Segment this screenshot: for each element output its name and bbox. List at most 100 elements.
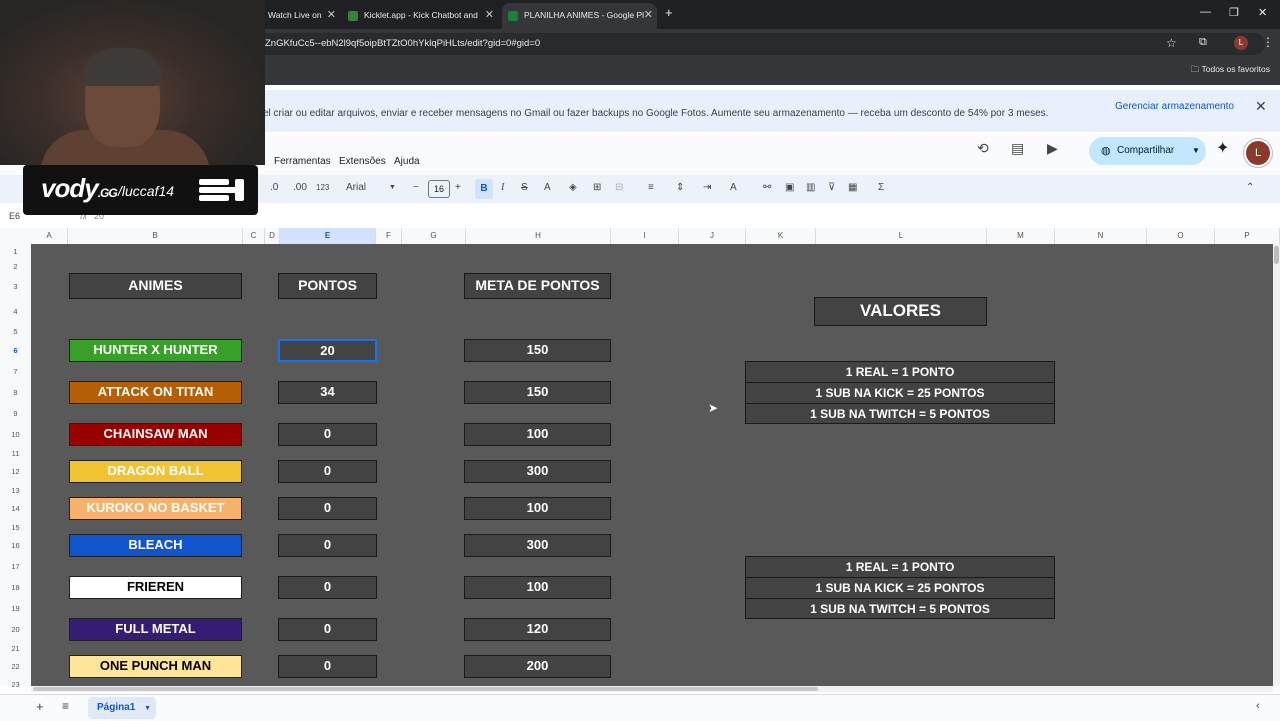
filter-views-icon[interactable]: ▦ [848,182,857,193]
close-icon[interactable]: ✕ [485,3,494,27]
sheet-tab-pagina1[interactable]: Página1 ▼ [88,697,156,719]
anime-name-cell[interactable]: FRIEREN [69,576,242,599]
pontos-cell[interactable]: 0 [278,497,377,520]
extensions-icon[interactable]: ⧉ [1199,36,1207,49]
meta-header[interactable]: META DE PONTOS [464,273,611,299]
menu-extensoes[interactable]: Extensões [339,156,386,167]
meta-cell[interactable]: 100 [464,497,611,520]
decrease-font-icon[interactable]: − [413,182,419,193]
vertical-scrollbar[interactable] [1273,244,1280,686]
row-number[interactable]: 6 [0,346,31,355]
column-header-e[interactable]: E [280,228,376,244]
row-number[interactable]: 13 [0,486,31,495]
active-cell-pontos[interactable]: 20 [278,339,377,362]
valores-header[interactable]: VALORES [814,297,987,326]
text-color-icon[interactable]: A [544,182,551,193]
column-header-p[interactable]: P [1215,228,1280,244]
row-number[interactable]: 17 [0,562,31,571]
anime-name-cell[interactable]: KUROKO NO BASKET [69,497,242,520]
row-number[interactable]: 10 [0,430,31,439]
minimize-icon[interactable]: — [1200,6,1211,18]
more-menu-icon[interactable]: ⋮ [1262,35,1274,49]
pontos-cell[interactable]: 0 [278,534,377,557]
bookmark-star-icon[interactable]: ☆ [1166,36,1177,50]
row-number[interactable]: 16 [0,541,31,550]
share-button[interactable]: ◍ Compartilhar ▼ [1089,137,1206,165]
increase-decimal-icon[interactable]: .00 [293,182,307,193]
pontos-cell[interactable]: 0 [278,423,377,446]
column-header-m[interactable]: M [987,228,1055,244]
row-number[interactable]: 11 [0,449,31,458]
pontos-header[interactable]: PONTOS [278,273,377,299]
strikethrough-icon[interactable]: S [521,182,528,193]
chevron-down-icon[interactable]: ▼ [389,184,396,191]
pontos-cell[interactable]: 0 [278,618,377,641]
row-number[interactable]: 15 [0,523,31,532]
anime-name-cell[interactable]: CHAINSAW MAN [69,423,242,446]
column-header-f[interactable]: F [376,228,402,244]
pontos-cell[interactable]: 0 [278,576,377,599]
meta-cell[interactable]: 300 [464,534,611,557]
row-number[interactable]: 8 [0,388,31,397]
row-number[interactable]: 19 [0,604,31,613]
meta-cell[interactable]: 200 [464,655,611,678]
text-rotation-icon[interactable]: A [730,182,737,193]
scroll-thumb[interactable] [33,687,818,691]
pontos-cell[interactable]: 0 [278,460,377,483]
anime-name-cell[interactable]: ATTACK ON TITAN [69,381,242,404]
row-number[interactable]: 18 [0,583,31,592]
row-number[interactable]: 21 [0,644,31,653]
anime-name-cell[interactable]: DRAGON BALL [69,460,242,483]
animes-header[interactable]: ANIMES [69,273,242,299]
align-horizontal-icon[interactable]: ≡ [648,182,654,193]
valores-table[interactable]: 1 REAL = 1 PONTO 1 SUB NA KICK = 25 PONT… [745,361,1055,424]
restore-icon[interactable]: ❐ [1229,6,1239,19]
meta-cell[interactable]: 100 [464,576,611,599]
row-number[interactable]: 2 [0,262,31,271]
valores-table-2[interactable]: 1 REAL = 1 PONTO 1 SUB NA KICK = 25 PONT… [745,556,1055,619]
comments-icon[interactable]: ▤ [1011,140,1024,157]
column-header-h[interactable]: H [466,228,611,244]
row-number[interactable]: 9 [0,409,31,418]
column-header-c[interactable]: C [243,228,265,244]
column-header-a[interactable]: A [31,228,68,244]
column-header-n[interactable]: N [1055,228,1147,244]
row-number[interactable]: 7 [0,367,31,376]
bold-button[interactable]: B [475,179,493,199]
italic-icon[interactable]: I [501,182,504,193]
manage-storage-link[interactable]: Gerenciar armazenamento [1115,101,1234,112]
row-number[interactable]: 22 [0,662,31,671]
row-number[interactable]: 5 [0,327,31,336]
meta-cell[interactable]: 100 [464,423,611,446]
gemini-icon[interactable]: ✦ [1216,138,1229,158]
row-number[interactable]: 1 [0,247,31,256]
all-sheets-icon[interactable]: ≡ [62,699,69,713]
close-window-icon[interactable]: ✕ [1258,6,1267,19]
comment-icon[interactable]: ▣ [785,182,794,193]
horizontal-scrollbar[interactable] [31,686,1273,692]
pontos-cell[interactable]: 34 [278,381,377,404]
merge-cells-icon[interactable]: ⊟ [615,182,623,193]
column-header-b[interactable]: B [68,228,243,244]
pontos-cell[interactable]: 0 [278,655,377,678]
row-number[interactable]: 20 [0,625,31,634]
add-sheet-icon[interactable]: + [36,699,44,714]
meta-cell[interactable]: 120 [464,618,611,641]
scroll-thumb[interactable] [1274,246,1279,264]
column-header-o[interactable]: O [1147,228,1215,244]
column-header-g[interactable]: G [402,228,466,244]
chevron-down-icon[interactable]: ▼ [1192,137,1200,165]
chevron-down-icon[interactable]: ▼ [144,705,151,712]
functions-icon[interactable]: Σ [878,182,884,193]
decrease-decimal-icon[interactable]: .0 [270,182,278,193]
close-icon[interactable]: ✕ [644,3,653,27]
avatar[interactable]: L [1244,139,1272,167]
menu-ajuda[interactable]: Ajuda [394,156,420,167]
row-number[interactable]: 23 [0,680,31,689]
column-header-i[interactable]: I [611,228,679,244]
address-bar[interactable]: ZnGKfuCc5--ebN2l9qf5oipBtTZtO0hYklqPiHLt… [255,33,1265,55]
anime-name-cell[interactable]: HUNTER X HUNTER [69,339,242,362]
column-header-k[interactable]: K [746,228,816,244]
row-number[interactable]: 3 [0,282,31,291]
font-select[interactable]: Arial [346,182,366,193]
